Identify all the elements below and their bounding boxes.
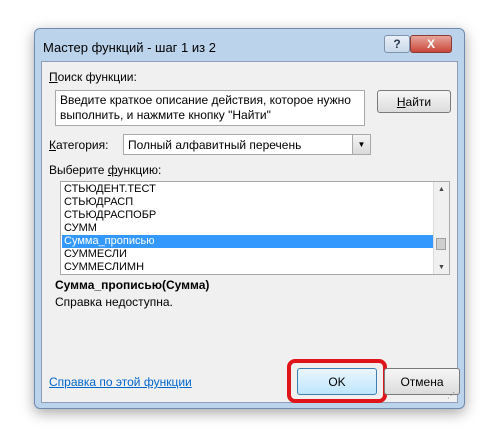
scroll-down-icon[interactable]: ▼ xyxy=(434,260,449,274)
function-description: Справка недоступна. xyxy=(55,295,173,309)
dialog-body: Поиск функции: Введите краткое описание … xyxy=(41,61,460,403)
chevron-down-icon[interactable]: ▼ xyxy=(352,135,370,154)
list-item[interactable]: СУММЕСЛИ xyxy=(62,248,435,261)
dialog-title: Мастер функций - шаг 1 из 2 xyxy=(43,40,216,55)
scroll-up-icon[interactable]: ▲ xyxy=(434,182,449,196)
help-title-button[interactable]: ? xyxy=(384,35,410,53)
ok-button[interactable]: OK xyxy=(297,368,377,395)
function-wizard-dialog: Мастер функций - шаг 1 из 2 ? X Поиск фу… xyxy=(34,28,465,409)
function-listbox[interactable]: СТЬЮДЕНТ.ТЕСТ СТЬЮДРАСП СТЬЮДРАСПОБР СУМ… xyxy=(60,181,450,275)
function-signature: Сумма_прописью(Сумма) xyxy=(55,278,210,292)
list-item[interactable]: СТЬЮДРАСП xyxy=(62,196,435,209)
function-list-label: Выберите функцию: xyxy=(49,163,162,177)
category-label: Категория: xyxy=(49,138,109,152)
list-item[interactable]: СУММЕСЛИМН xyxy=(62,261,435,274)
scroll-thumb[interactable] xyxy=(436,238,446,250)
list-item[interactable]: СУММ xyxy=(62,222,435,235)
category-select[interactable]: Полный алфавитный перечень ▼ xyxy=(123,134,371,155)
find-button[interactable]: Найти xyxy=(377,90,451,113)
list-scrollbar[interactable]: ▲ ▼ xyxy=(433,182,449,274)
list-item[interactable]: СТЬЮДРАСПОБР xyxy=(62,209,435,222)
title-bar[interactable]: Мастер функций - шаг 1 из 2 ? X xyxy=(35,29,464,61)
list-item[interactable]: СТЬЮДЕНТ.ТЕСТ xyxy=(62,183,435,196)
list-item-selected[interactable]: Сумма_прописью xyxy=(62,235,435,248)
resize-grip-icon[interactable]: ⋰ xyxy=(447,391,455,400)
function-help-link[interactable]: Справка по этой функции xyxy=(49,375,192,389)
close-button[interactable]: X xyxy=(410,35,452,53)
search-label: Поиск функции: xyxy=(49,70,137,84)
category-selected-value: Полный алфавитный перечень xyxy=(128,138,302,152)
search-input[interactable]: Введите краткое описание действия, котор… xyxy=(55,90,365,126)
